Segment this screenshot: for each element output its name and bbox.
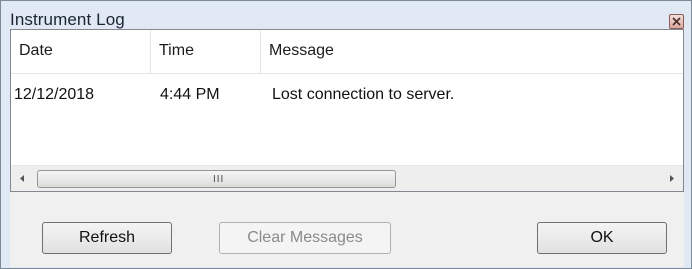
- scroll-right-button[interactable]: [661, 166, 683, 191]
- table-row[interactable]: 12/12/2018 4:44 PM Lost connection to se…: [11, 74, 683, 114]
- scroll-left-button[interactable]: [11, 166, 33, 191]
- cell-message: Lost connection to server.: [272, 86, 455, 103]
- title-bar[interactable]: Instrument Log: [1, 1, 691, 29]
- close-button[interactable]: [669, 14, 684, 29]
- cell-time: 4:44 PM: [160, 86, 220, 103]
- scroll-thumb[interactable]: III: [37, 170, 396, 188]
- column-header-date[interactable]: Date: [11, 30, 151, 73]
- column-header-time[interactable]: Time: [151, 30, 261, 73]
- cell-date: 12/12/2018: [14, 86, 95, 103]
- arrow-right-icon: [670, 175, 674, 182]
- dialog-body: Date Time Message 12/12/2018 4:44 PM Los…: [10, 29, 684, 267]
- column-header-message[interactable]: Message: [261, 30, 683, 73]
- instrument-log-window: Instrument Log Date Time Message 12/12/2…: [0, 0, 692, 269]
- table-header: Date Time Message: [11, 30, 683, 74]
- close-icon: [672, 17, 681, 26]
- ok-button[interactable]: OK: [537, 222, 667, 254]
- arrow-left-icon: [20, 175, 24, 182]
- scroll-grip: III: [213, 174, 225, 185]
- column-header-label: Time: [159, 42, 194, 59]
- log-list[interactable]: Date Time Message 12/12/2018 4:44 PM Los…: [10, 29, 684, 192]
- window-title: Instrument Log: [10, 10, 125, 29]
- refresh-button[interactable]: Refresh: [42, 222, 172, 254]
- horizontal-scrollbar[interactable]: III: [11, 165, 683, 191]
- clear-messages-button[interactable]: Clear Messages: [219, 222, 391, 254]
- column-header-label: Date: [19, 42, 53, 59]
- column-header-label: Message: [269, 42, 334, 59]
